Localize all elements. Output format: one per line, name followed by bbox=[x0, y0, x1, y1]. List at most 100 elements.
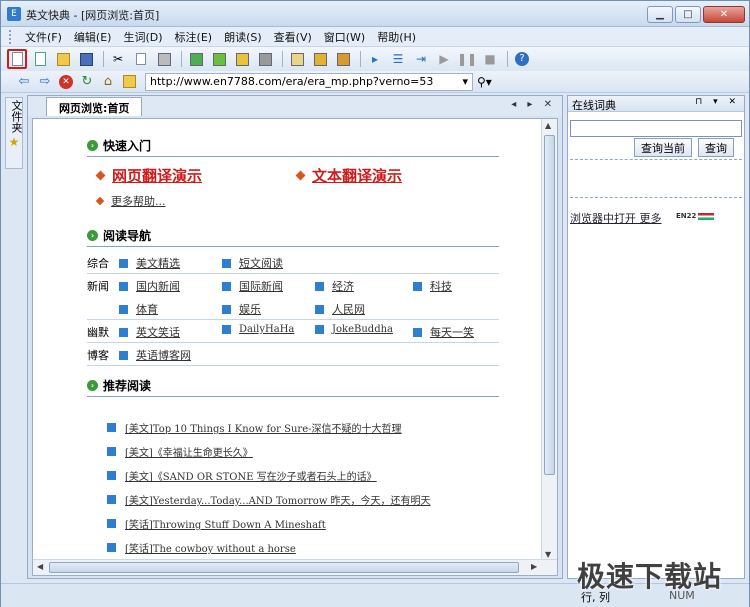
recommended-item[interactable]: [美文]《幸福让生命更长久》 bbox=[107, 444, 253, 459]
recommended-section: › 推荐阅读 bbox=[87, 375, 499, 397]
home-icon[interactable]: ⌂ bbox=[99, 73, 117, 91]
tab-controls[interactable]: ◂ ▸ ✕ bbox=[511, 99, 556, 110]
scroll-left-icon[interactable]: ◀ bbox=[37, 562, 43, 571]
back-icon[interactable]: ⇦ bbox=[15, 73, 33, 91]
horizontal-scrollbar[interactable]: ◀ ▶ bbox=[33, 559, 557, 575]
nav-link[interactable]: 每天一笑 bbox=[430, 324, 474, 340]
refresh-icon[interactable]: ↻ bbox=[78, 73, 96, 91]
en22-badge: EN22 bbox=[676, 212, 697, 220]
nav-link[interactable]: 人民网 bbox=[332, 301, 365, 317]
dictionary-search-input[interactable] bbox=[570, 120, 742, 137]
section-bullet-icon: › bbox=[87, 140, 98, 151]
title-bar: E 英文快典 - [网页浏览:首页] ▁ □ ✕ bbox=[1, 1, 749, 27]
close-button[interactable]: ✕ bbox=[703, 6, 745, 23]
mark-green-2-icon[interactable] bbox=[209, 49, 229, 69]
divider bbox=[570, 156, 742, 160]
favorites-icon[interactable] bbox=[120, 73, 138, 91]
read-line-icon[interactable]: ☰ bbox=[388, 49, 408, 69]
cut-icon[interactable]: ✂ bbox=[108, 49, 128, 69]
url-combobox[interactable]: ▾ bbox=[145, 72, 473, 91]
paste-icon[interactable] bbox=[154, 49, 174, 69]
menu-view[interactable]: 查看(V) bbox=[268, 29, 318, 45]
nav-link[interactable]: 短文阅读 bbox=[239, 255, 283, 271]
maximize-button[interactable]: □ bbox=[675, 6, 701, 23]
more-help-link[interactable]: 更多帮助... bbox=[111, 193, 166, 209]
nav-row-general: 综合 美文精选 短文阅读 bbox=[87, 251, 499, 274]
copy-document-icon[interactable] bbox=[30, 49, 50, 69]
recommended-item[interactable]: [美文]Top 10 Things I Know for Sure-深信不疑的十… bbox=[107, 420, 402, 435]
text-translate-demo-link[interactable]: 文本翻译演示 bbox=[312, 165, 402, 186]
read-start-icon[interactable]: ▸ bbox=[365, 49, 385, 69]
nav-row-humor: 幽默 英文笑话 DailyHaHa JokeBuddha 每天一笑 bbox=[87, 320, 499, 343]
list-icon[interactable] bbox=[287, 49, 307, 69]
mark-gray-icon[interactable] bbox=[255, 49, 275, 69]
url-input[interactable] bbox=[150, 75, 450, 88]
nav-link[interactable]: 科技 bbox=[430, 278, 452, 294]
recommended-item[interactable]: [美文]Yesterday...Today...AND Tomorrow 昨天，… bbox=[107, 492, 431, 507]
nav-link[interactable]: 经济 bbox=[332, 278, 354, 294]
forward-icon[interactable]: ⇨ bbox=[36, 73, 54, 91]
nav-link[interactable]: 娱乐 bbox=[239, 301, 261, 317]
tab-web-browse-home[interactable]: 网页浏览:首页 bbox=[46, 97, 143, 116]
scroll-down-icon[interactable]: ▼ bbox=[545, 550, 551, 559]
nav-link[interactable]: 国际新闻 bbox=[239, 278, 283, 294]
mark-green-icon[interactable] bbox=[186, 49, 206, 69]
menu-bar: 文件(F) 编辑(E) 生词(D) 标注(E) 朗读(S) 查看(V) 窗口(W… bbox=[1, 27, 749, 47]
nav-link[interactable]: 美文精选 bbox=[136, 255, 180, 271]
save-icon[interactable] bbox=[76, 49, 96, 69]
help-icon[interactable]: ? bbox=[512, 49, 532, 69]
recommended-item[interactable]: [笑话]Throwing Stuff Down A Mineshaft bbox=[107, 516, 326, 531]
recommended-item[interactable]: [笑话]The cowboy without a horse bbox=[107, 540, 296, 555]
web-view: › 快速入门 网页翻译演示 文本翻译演示 更多帮助... › 阅读导航 综合 美文 bbox=[32, 118, 558, 576]
pause-icon[interactable]: ❚❚ bbox=[457, 49, 477, 69]
query-current-button[interactable]: 查询当前 bbox=[634, 138, 692, 157]
read-select-icon[interactable]: ⇥ bbox=[411, 49, 431, 69]
menu-read[interactable]: 朗读(S) bbox=[218, 29, 268, 45]
menu-file[interactable]: 文件(F) bbox=[19, 29, 68, 45]
category-label: 博客 bbox=[87, 349, 109, 362]
favorites-star-icon[interactable]: ★ bbox=[6, 135, 22, 149]
menu-words[interactable]: 生词(D) bbox=[117, 29, 168, 45]
main-toolbar: ✂ ▸ ☰ ⇥ ▶ ❚❚ ■ ? bbox=[1, 47, 749, 71]
scroll-right-icon[interactable]: ▶ bbox=[531, 562, 537, 571]
nav-link[interactable]: DailyHaHa bbox=[239, 324, 294, 335]
folder-tab[interactable]: 文件夹 bbox=[6, 98, 26, 135]
open-folder-icon[interactable] bbox=[53, 49, 73, 69]
new-document-icon[interactable] bbox=[7, 49, 27, 69]
stop-icon[interactable]: ■ bbox=[480, 49, 500, 69]
play-icon[interactable]: ▶ bbox=[434, 49, 454, 69]
nav-link[interactable]: 体育 bbox=[136, 301, 158, 317]
query-button[interactable]: 查询 bbox=[698, 138, 734, 157]
nav-link[interactable]: 英语博客网 bbox=[136, 347, 191, 363]
horizontal-scroll-thumb[interactable] bbox=[49, 562, 519, 573]
highlight-icon[interactable] bbox=[310, 49, 330, 69]
nav-link[interactable]: 英文笑话 bbox=[136, 324, 180, 340]
vertical-scrollbar[interactable]: ▲ ▼ bbox=[541, 119, 557, 561]
scroll-up-icon[interactable]: ▲ bbox=[545, 121, 551, 130]
minimize-button[interactable]: ▁ bbox=[647, 6, 673, 23]
url-dropdown-icon[interactable]: ▾ bbox=[462, 75, 468, 88]
mark-yellow-icon[interactable] bbox=[232, 49, 252, 69]
vertical-scroll-thumb[interactable] bbox=[544, 135, 555, 475]
window-title: 英文快典 - [网页浏览:首页] bbox=[26, 9, 160, 22]
search-go-icon[interactable]: ⚲▾ bbox=[477, 75, 492, 89]
menu-help[interactable]: 帮助(H) bbox=[371, 29, 422, 45]
stop-load-icon[interactable]: ✕ bbox=[57, 73, 75, 91]
recommended-item[interactable]: [美文]《SAND OR STONE 写在沙子或者石头上的话》 bbox=[107, 468, 377, 483]
menu-window[interactable]: 窗口(W) bbox=[318, 29, 371, 45]
folder-side-panel: 文件夹 ★ bbox=[5, 97, 23, 169]
menu-grip bbox=[9, 29, 13, 44]
web-translate-demo-link[interactable]: 网页翻译演示 bbox=[112, 165, 202, 186]
highlight-x-icon[interactable] bbox=[333, 49, 353, 69]
app-window: E 英文快典 - [网页浏览:首页] ▁ □ ✕ 文件(F) 编辑(E) 生词(… bbox=[0, 0, 750, 607]
copy-icon[interactable] bbox=[131, 49, 151, 69]
category-label: 幽默 bbox=[87, 326, 109, 339]
browser-toolbar: ⇦ ⇨ ✕ ↻ ⌂ ▾ ⚲▾ bbox=[1, 71, 749, 93]
panel-controls[interactable]: ⊓ ▾ ✕ bbox=[695, 97, 740, 107]
menu-annotate[interactable]: 标注(E) bbox=[169, 29, 219, 45]
panel-title: 在线词典 bbox=[572, 99, 616, 112]
nav-link[interactable]: 国内新闻 bbox=[136, 278, 180, 294]
nav-link[interactable]: JokeBuddha bbox=[332, 324, 393, 335]
open-in-browser-link[interactable]: 浏览器中打开 更多 bbox=[570, 210, 662, 226]
menu-edit[interactable]: 编辑(E) bbox=[68, 29, 118, 45]
